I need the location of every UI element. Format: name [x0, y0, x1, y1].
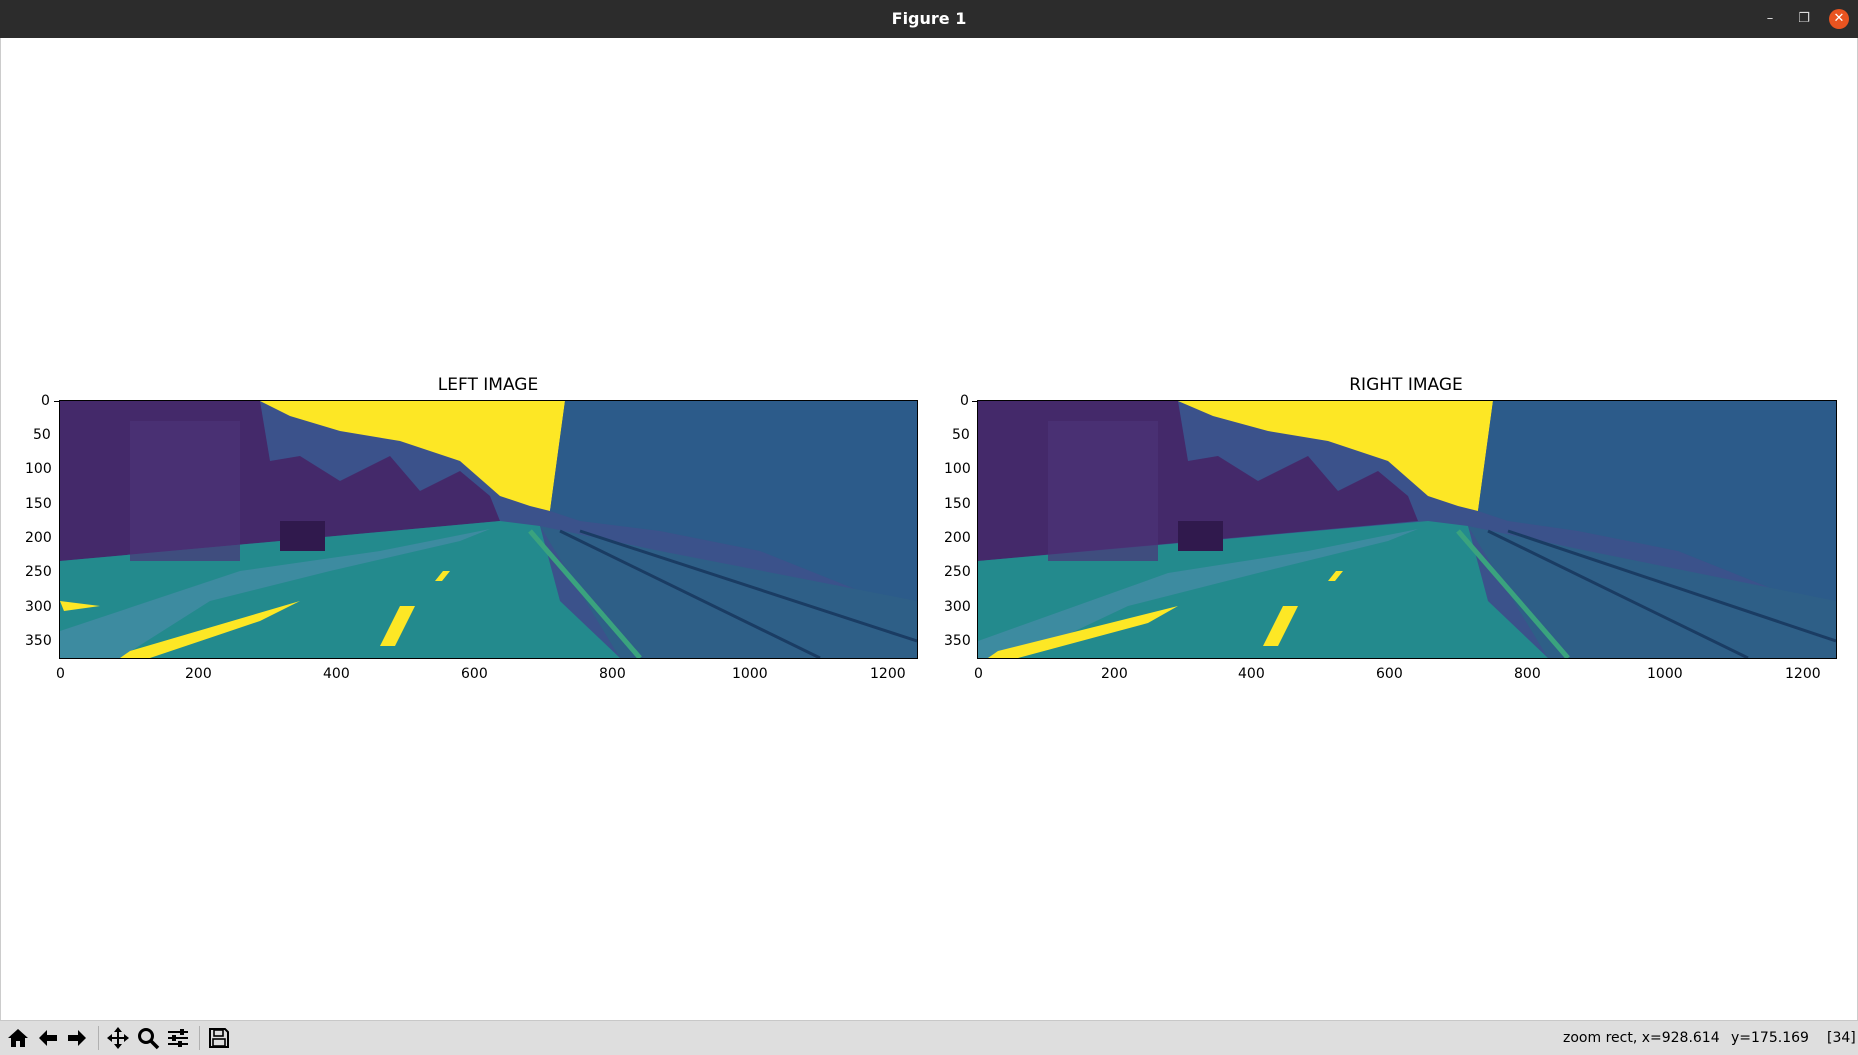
left-ytick-label: 350 [25, 633, 52, 649]
right-image-plot[interactable] [977, 400, 1837, 659]
left-xtick-label: 400 [323, 666, 350, 682]
left-ytick-mark [54, 401, 59, 402]
right-ytick-label: 150 [944, 496, 971, 512]
toolbar-separator [98, 1026, 99, 1050]
right-xtick-label: 200 [1101, 666, 1128, 682]
left-xtick-label: 1200 [870, 666, 906, 682]
right-ytick-label: 250 [944, 564, 971, 580]
right-xtick-label: 0 [974, 666, 983, 682]
home-icon [8, 1029, 28, 1047]
zoom-button[interactable] [134, 1024, 162, 1052]
figure-canvas[interactable]: LEFT IMAGE 0 50 100 150 200 250 300 350 … [0, 38, 1858, 1020]
right-ytick-label: 300 [944, 599, 971, 615]
right-xtick-label: 1200 [1785, 666, 1821, 682]
right-xtick-label: 400 [1238, 666, 1265, 682]
forward-arrow-icon [68, 1030, 86, 1046]
left-ytick-label: 300 [25, 599, 52, 615]
left-ytick-label: 100 [25, 461, 52, 477]
left-xtick-label: 200 [185, 666, 212, 682]
left-xtick-label: 800 [599, 666, 626, 682]
back-arrow-icon [39, 1030, 57, 1046]
left-ytick-label: 150 [25, 496, 52, 512]
home-button[interactable] [4, 1024, 32, 1052]
right-image-raster [978, 401, 1836, 658]
left-xtick-label: 600 [461, 666, 488, 682]
save-floppy-icon [209, 1028, 229, 1048]
forward-button[interactable] [63, 1024, 91, 1052]
left-ytick-label: 250 [25, 564, 52, 580]
toolbar-separator [199, 1026, 200, 1050]
close-button[interactable]: ✕ [1829, 9, 1849, 29]
right-xtick-label: 800 [1514, 666, 1541, 682]
right-ytick-label: 100 [944, 461, 971, 477]
save-button[interactable] [205, 1024, 233, 1052]
back-button[interactable] [34, 1024, 62, 1052]
window-title-bar: Figure 1 – ❐ ✕ [0, 0, 1858, 38]
status-pixel-value: [34] [1827, 1030, 1856, 1046]
left-ytick-label: 200 [25, 530, 52, 546]
status-cursor-x: zoom rect, x=928.614 [1563, 1030, 1720, 1046]
left-ytick-label: 0 [41, 393, 50, 409]
pan-button[interactable] [104, 1024, 132, 1052]
left-xtick-label: 1000 [732, 666, 768, 682]
left-ytick-label: 50 [33, 427, 51, 443]
navigation-toolbar: zoom rect, x=928.614 y=175.169 [34] [0, 1020, 1858, 1055]
maximize-button[interactable]: ❐ [1794, 9, 1814, 29]
left-image-raster [60, 401, 917, 658]
right-ytick-label: 200 [944, 530, 971, 546]
status-cursor-y: y=175.169 [1731, 1030, 1809, 1046]
matplotlib-figure-window: Figure 1 – ❐ ✕ LEFT IMAGE 0 50 100 150 2… [0, 0, 1858, 1055]
left-image-plot[interactable] [59, 400, 918, 659]
left-axes-title: LEFT IMAGE [437, 375, 539, 395]
right-axes-title: RIGHT IMAGE [1349, 375, 1463, 395]
right-xtick-label: 600 [1376, 666, 1403, 682]
window-title: Figure 1 [891, 9, 967, 28]
right-ytick-label: 50 [952, 427, 970, 443]
right-ytick-label: 0 [960, 393, 969, 409]
configure-subplots-icon [168, 1029, 188, 1047]
right-ytick-mark [972, 401, 977, 402]
configure-subplots-button[interactable] [164, 1024, 192, 1052]
pan-move-icon [107, 1027, 129, 1049]
right-xtick-label: 1000 [1647, 666, 1683, 682]
left-xtick-label: 0 [56, 666, 65, 682]
zoom-magnifier-icon [138, 1028, 160, 1050]
right-ytick-label: 350 [944, 633, 971, 649]
minimize-button[interactable]: – [1760, 9, 1780, 29]
